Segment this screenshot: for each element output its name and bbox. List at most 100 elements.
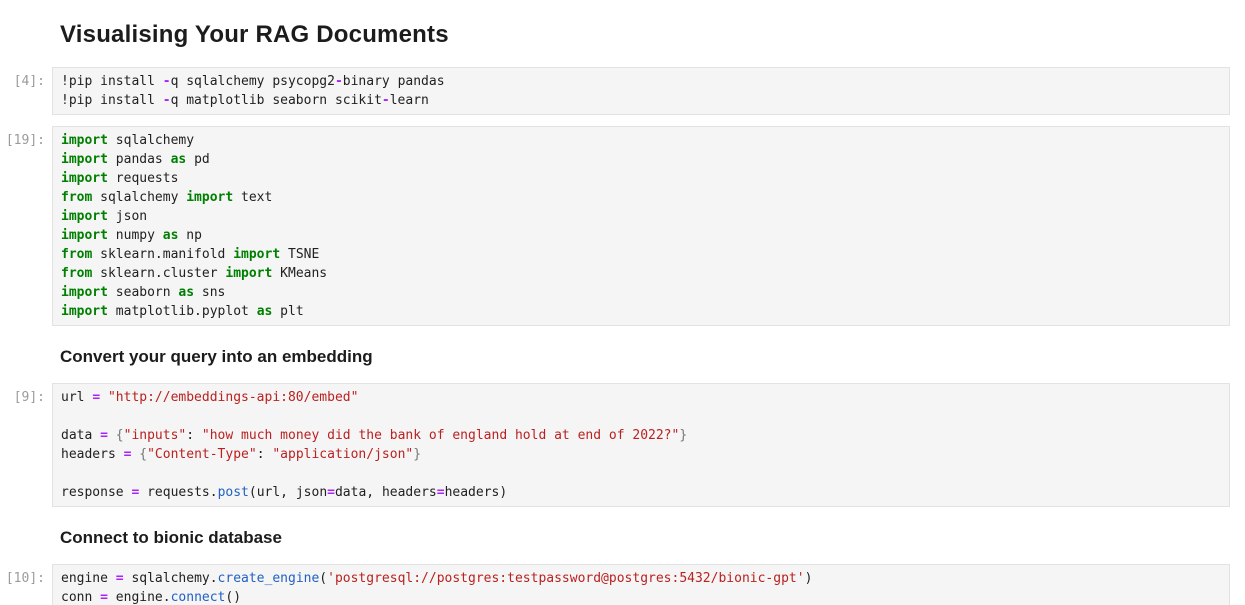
code-cell-pip-install[interactable]: !pip install -q sqlalchemy psycopg2-bina… <box>52 67 1230 115</box>
code-token: ) <box>805 571 813 586</box>
code-token: import <box>61 285 108 300</box>
notebook-title: Visualising Your RAG Documents <box>60 21 1245 49</box>
code-token: learn <box>390 93 429 108</box>
code-token: } <box>679 428 687 443</box>
code-token: requests. <box>139 485 217 500</box>
code-token: text <box>233 190 272 205</box>
code-line: data = {"inputs": "how much money did th… <box>61 426 1221 445</box>
code-cell-embedding-request[interactable]: url = "http://embeddings-api:80/embed" d… <box>52 383 1230 507</box>
code-token: create_engine <box>218 571 320 586</box>
code-token: url <box>61 390 92 405</box>
code-token: sqlalchemy. <box>124 571 218 586</box>
code-token: from <box>61 190 92 205</box>
notebook: Visualising Your RAG Documents [4]: !pip … <box>0 0 1245 605</box>
cell-prompt-db-connect: [10]: <box>0 564 45 588</box>
code-token: data, headers <box>335 485 437 500</box>
code-token: as <box>178 285 194 300</box>
code-line: from sklearn.manifold import TSNE <box>61 245 1221 264</box>
code-line: import pandas as pd <box>61 150 1221 169</box>
code-token: import <box>186 190 233 205</box>
code-token: q matplotlib seaborn scikit <box>171 93 382 108</box>
code-line: import numpy as np <box>61 226 1221 245</box>
code-token: engine. <box>108 590 171 605</box>
code-token: ( <box>319 571 327 586</box>
code-token: "how much money did the bank of england … <box>202 428 679 443</box>
code-token: plt <box>272 304 303 319</box>
code-token: import <box>61 228 108 243</box>
code-token: : <box>257 447 273 462</box>
code-line: import sqlalchemy <box>61 131 1221 150</box>
code-token: !pip install <box>61 74 163 89</box>
cell-prompt-pip-install: [4]: <box>0 67 45 91</box>
code-cell-row: [4]:!pip install -q sqlalchemy psycopg2-… <box>0 67 1230 115</box>
code-token: (url, json <box>249 485 327 500</box>
code-token: sns <box>194 285 225 300</box>
code-line <box>61 407 1221 426</box>
code-token: as <box>163 228 179 243</box>
code-cell-row: [9]: url = "http://embeddings-api:80/embe… <box>0 383 1230 507</box>
code-line: import requests <box>61 169 1221 188</box>
code-token: : <box>186 428 202 443</box>
code-token: sklearn.cluster <box>92 266 225 281</box>
code-token <box>100 390 108 405</box>
code-token: engine <box>61 571 116 586</box>
code-token: = <box>437 485 445 500</box>
code-line: import seaborn as sns <box>61 283 1221 302</box>
code-line: from sqlalchemy import text <box>61 188 1221 207</box>
code-token: - <box>382 93 390 108</box>
code-token: "Content-Type" <box>147 447 257 462</box>
code-token <box>108 428 116 443</box>
code-line: !pip install -q matplotlib seaborn sciki… <box>61 91 1221 110</box>
code-token: { <box>139 447 147 462</box>
code-token: post <box>218 485 249 500</box>
code-token: seaborn <box>108 285 178 300</box>
code-token: = <box>92 390 100 405</box>
code-line: !pip install -q sqlalchemy psycopg2-bina… <box>61 72 1221 91</box>
code-line: url = "http://embeddings-api:80/embed" <box>61 388 1221 407</box>
code-token: { <box>116 428 124 443</box>
code-token: = <box>327 485 335 500</box>
code-token: data <box>61 428 100 443</box>
code-token: KMeans <box>272 266 327 281</box>
section-heading-database: Connect to bionic database <box>60 528 1245 548</box>
code-line: response = requests.post(url, json=data,… <box>61 483 1221 502</box>
code-token: } <box>413 447 421 462</box>
code-line: headers = {"Content-Type": "application/… <box>61 445 1221 464</box>
code-token: requests <box>108 171 178 186</box>
code-token: "http://embeddings-api:80/embed" <box>108 390 358 405</box>
code-token: json <box>108 209 147 224</box>
code-token: matplotlib.pyplot <box>108 304 257 319</box>
code-token: TSNE <box>280 247 319 262</box>
code-token: import <box>61 209 108 224</box>
cell-prompt-embedding-request: [9]: <box>0 383 45 407</box>
code-token: numpy <box>108 228 163 243</box>
code-line <box>61 464 1221 483</box>
code-token: = <box>100 428 108 443</box>
code-token: response <box>61 485 131 500</box>
code-token: () <box>225 590 241 605</box>
code-token: import <box>61 133 108 148</box>
code-token: import <box>61 304 108 319</box>
code-token: 'postgresql://postgres:testpassword@post… <box>327 571 804 586</box>
code-token: connect <box>171 590 226 605</box>
code-token: as <box>257 304 273 319</box>
code-token: import <box>225 266 272 281</box>
code-line: import matplotlib.pyplot as plt <box>61 302 1221 321</box>
code-line: from sklearn.cluster import KMeans <box>61 264 1221 283</box>
code-line: conn = engine.connect() <box>61 588 1221 605</box>
code-cell-row: [10]:engine = sqlalchemy.create_engine('… <box>0 564 1230 605</box>
code-token: "inputs" <box>124 428 187 443</box>
code-token: import <box>61 152 108 167</box>
code-token: headers <box>61 447 124 462</box>
code-token: - <box>335 74 343 89</box>
code-line: import json <box>61 207 1221 226</box>
code-cell-imports[interactable]: import sqlalchemyimport pandas as pdimpo… <box>52 126 1230 326</box>
code-token: q sqlalchemy psycopg2 <box>171 74 335 89</box>
code-token: sqlalchemy <box>108 133 194 148</box>
code-cell-row: [19]:import sqlalchemyimport pandas as p… <box>0 126 1230 326</box>
code-line: engine = sqlalchemy.create_engine('postg… <box>61 569 1221 588</box>
code-cell-db-connect[interactable]: engine = sqlalchemy.create_engine('postg… <box>52 564 1230 605</box>
code-token: import <box>233 247 280 262</box>
cell-prompt-imports: [19]: <box>0 126 45 150</box>
code-token: - <box>163 93 171 108</box>
